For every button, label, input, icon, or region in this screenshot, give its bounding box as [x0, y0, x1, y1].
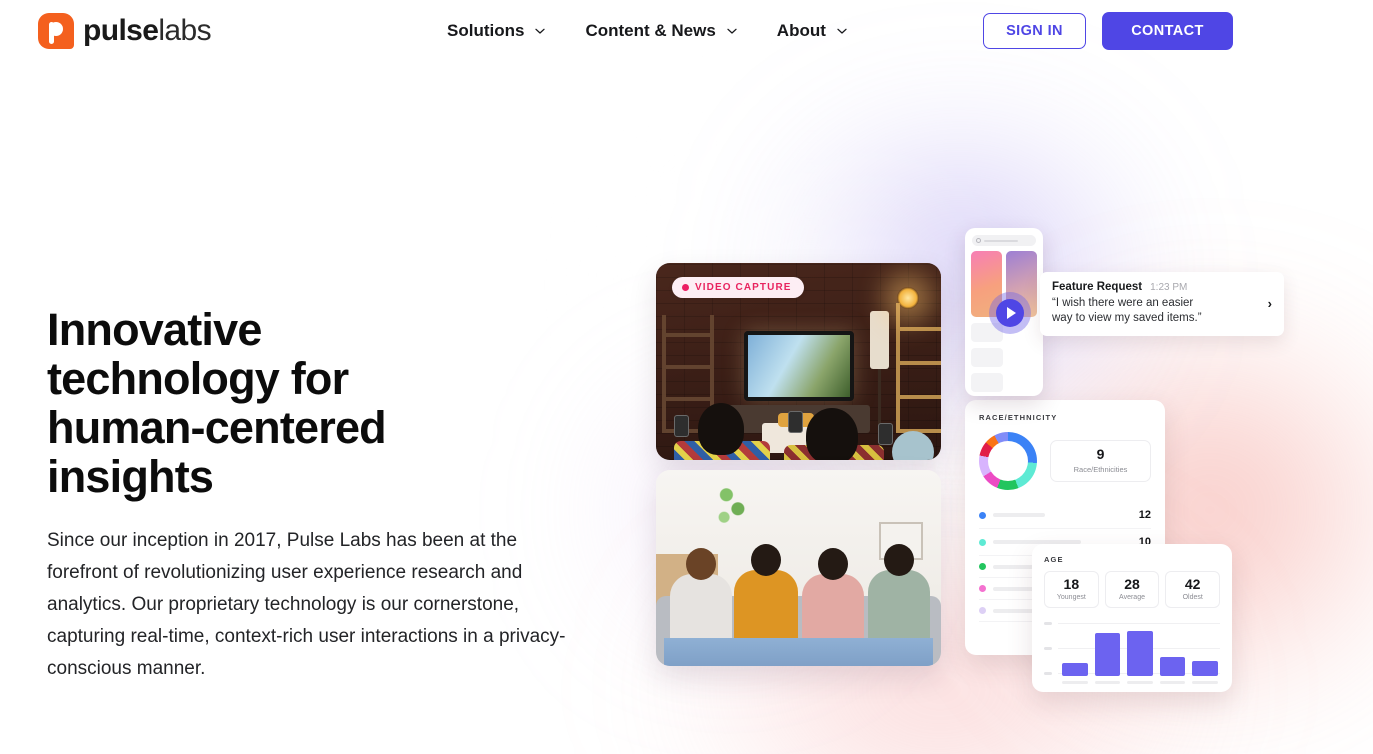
row-bar	[993, 513, 1045, 517]
age-bar-chart	[1044, 621, 1220, 685]
legend-dot-icon	[979, 585, 986, 592]
chevron-down-icon	[534, 25, 546, 36]
age-stat-label: Average	[1119, 594, 1145, 602]
page-title: Innovative technology for human-centered…	[47, 304, 387, 502]
legend-dot-icon	[979, 511, 986, 519]
age-stat-value: 18	[1063, 576, 1080, 592]
main-nav: Solutions Content & News About	[447, 21, 847, 41]
feature-request-title: Feature Request	[1052, 281, 1143, 293]
play-button[interactable]	[989, 292, 1031, 334]
age-stat-label: Oldest	[1182, 594, 1203, 602]
feature-request-card[interactable]: Feature Request 1:23 PM “I wish there we…	[1040, 272, 1284, 336]
chevron-down-icon	[726, 25, 737, 36]
age-stat-label: Youngest	[1056, 594, 1086, 602]
contact-button[interactable]: CONTACT	[1102, 12, 1233, 50]
nav-item-label: Content & News	[585, 21, 716, 40]
race-card-title: RACE/ETHNICITY	[979, 413, 1058, 422]
video-capture-photo: VIDEO CAPTURE	[656, 263, 941, 460]
site-header: pulselabs Solutions Content & News About	[0, 0, 1373, 62]
age-stat-value: 28	[1124, 576, 1140, 592]
chevron-down-icon	[836, 25, 847, 36]
chart-bar	[1094, 633, 1121, 677]
chart-bar	[1127, 631, 1153, 677]
chevron-right-icon[interactable]: ›	[1268, 296, 1272, 311]
age-chart-bars	[1062, 622, 1218, 677]
hero-copy: Innovative technology for human-centered…	[47, 305, 607, 685]
video-capture-badge: VIDEO CAPTURE	[672, 277, 804, 298]
nav-item-about[interactable]: About	[777, 21, 847, 41]
age-stat-youngest: 18 Youngest	[1044, 571, 1099, 609]
age-card: AGE 18 Youngest 28 Average 42 Oldest	[1032, 544, 1232, 692]
row-value: 12	[1138, 509, 1151, 521]
age-stat-oldest: 42 Oldest	[1165, 571, 1221, 609]
race-stat-label: Race/Ethnicities	[1073, 464, 1128, 474]
list-item	[971, 373, 1037, 392]
hero-description: Since our inception in 2017, Pulse Labs …	[47, 530, 566, 679]
phone-search-bar[interactable]	[972, 235, 1036, 246]
record-dot-icon	[682, 284, 689, 291]
search-icon	[976, 238, 981, 243]
list-item	[971, 348, 1037, 367]
hero-collage: VIDEO CAPTURE Feature Request 1:23 PM “I…	[640, 210, 1284, 710]
table-row: 12	[979, 502, 1151, 529]
logo-light-text: labs	[158, 14, 211, 47]
chart-bar	[1192, 661, 1218, 677]
race-donut-chart	[979, 432, 1037, 490]
play-icon	[996, 299, 1024, 327]
nav-item-label: Solutions	[447, 21, 525, 40]
row-bar	[993, 608, 1037, 613]
race-stat-value: 9	[1096, 446, 1105, 463]
nav-item-content-news[interactable]: Content & News	[585, 21, 737, 41]
logo-link[interactable]: pulselabs	[38, 13, 212, 49]
logo-wordmark: pulselabs	[83, 14, 212, 47]
chart-bar	[1062, 663, 1088, 677]
header-actions: SIGN IN CONTACT	[983, 12, 1233, 50]
sign-in-button[interactable]: SIGN IN	[983, 13, 1086, 49]
legend-dot-icon	[979, 563, 986, 570]
race-stat-box: 9 Race/Ethnicities	[1050, 440, 1151, 482]
age-card-title: AGE	[1044, 555, 1064, 564]
nav-item-solutions[interactable]: Solutions	[447, 21, 546, 41]
hero-page: pulselabs Solutions Content & News About	[0, 0, 1373, 754]
feature-request-quote: “I wish there were an easier way to view…	[1052, 297, 1202, 324]
age-stat-average: 28 Average	[1104, 571, 1160, 609]
logo-bold-text: pulse	[83, 14, 159, 47]
feature-request-timestamp: 1:23 PM	[1150, 282, 1188, 293]
nav-item-label: About	[776, 21, 826, 40]
friends-photo	[656, 470, 941, 666]
legend-dot-icon	[979, 538, 986, 546]
age-stat-value: 42	[1184, 576, 1201, 592]
video-capture-label: VIDEO CAPTURE	[695, 282, 792, 293]
legend-dot-icon	[979, 607, 986, 614]
pulse-logo-mark-icon	[38, 13, 74, 49]
friends-illustration	[656, 470, 941, 666]
chart-bar	[1159, 656, 1186, 677]
